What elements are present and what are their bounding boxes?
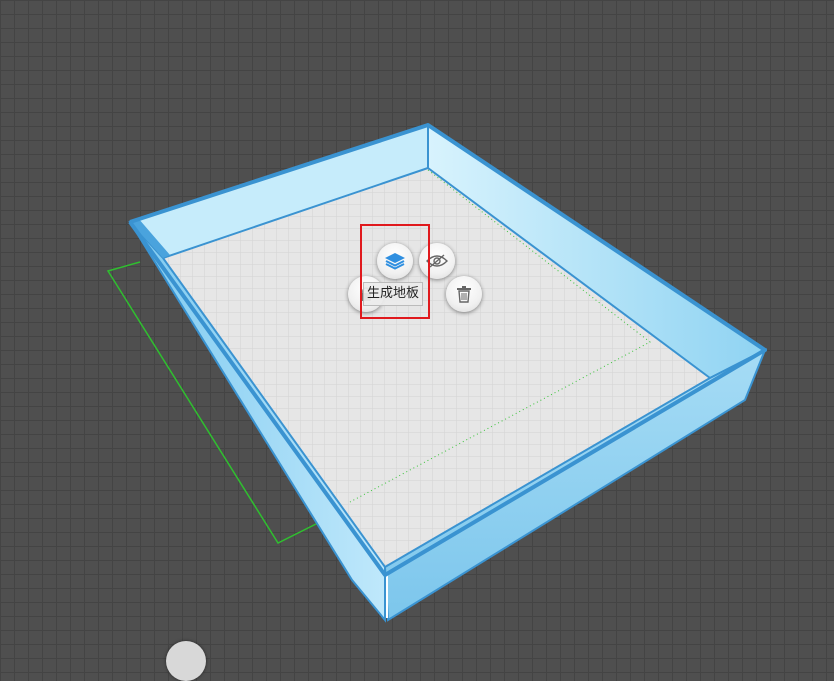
navigation-gizmo[interactable]: [166, 641, 206, 681]
hide-button[interactable]: [419, 243, 455, 279]
delete-button[interactable]: [446, 276, 482, 312]
generate-floor-tooltip: 生成地板: [363, 282, 424, 306]
trash-icon: [456, 285, 472, 303]
layers-icon: [383, 251, 407, 271]
3d-viewport[interactable]: [0, 0, 834, 655]
eye-slash-icon: [426, 253, 448, 269]
generate-floor-button[interactable]: [377, 243, 413, 279]
